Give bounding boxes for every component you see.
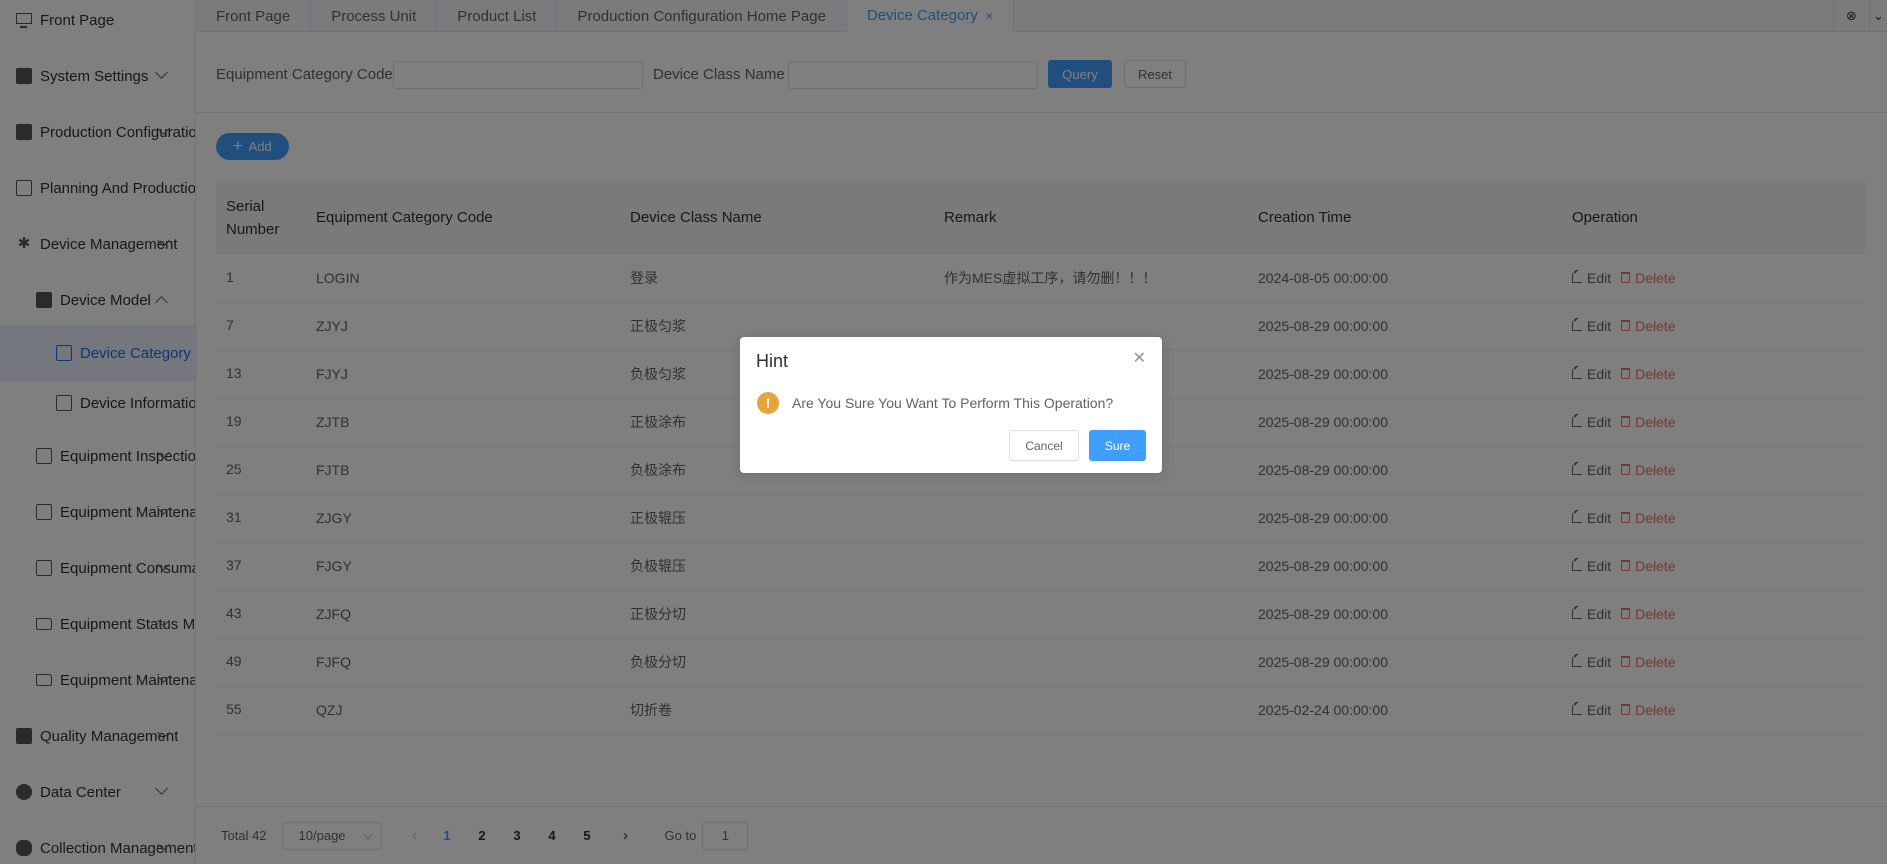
dialog-message: Are You Sure You Want To Perform This Op… (792, 395, 1114, 411)
cancel-button[interactable]: Cancel (1009, 430, 1079, 461)
confirm-dialog: Hint ✕ ! Are You Sure You Want To Perfor… (740, 337, 1162, 473)
dialog-title: Hint (756, 351, 789, 371)
sure-button[interactable]: Sure (1089, 430, 1146, 461)
warning-icon: ! (757, 392, 779, 414)
close-icon[interactable]: ✕ (1133, 351, 1146, 367)
